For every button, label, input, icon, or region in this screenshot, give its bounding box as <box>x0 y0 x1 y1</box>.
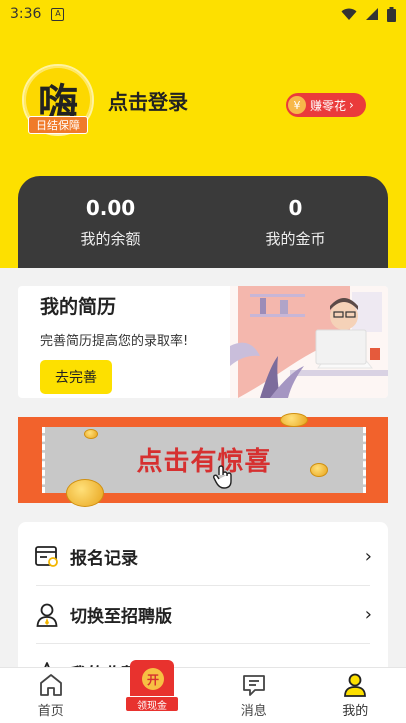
notification-a-icon: A <box>51 7 65 21</box>
resume-illustration <box>230 286 388 398</box>
nav-label: 消息 <box>240 704 267 719</box>
wallet-panel: 0.00 我的余额 0 我的金币 <box>18 176 388 268</box>
nav-label: 领现金 <box>125 696 179 712</box>
nav-label: 我的 <box>342 704 369 719</box>
chevron-right-icon: › <box>349 98 354 112</box>
coins-value: 0 <box>288 195 303 220</box>
status-bar: 3:36 A <box>0 0 406 28</box>
coin-icon <box>310 463 328 477</box>
resume-card[interactable]: 我的简历 完善简历提高您的录取率! 去完善 <box>18 286 388 398</box>
status-time: 3:36 <box>10 6 42 22</box>
battery-icon <box>387 6 396 22</box>
menu-item-label: 报名记录 <box>70 549 138 569</box>
nav-cash-reward[interactable]: 开 领现金 <box>122 660 184 716</box>
balance-value: 0.00 <box>85 195 136 220</box>
menu-card: 报名记录 › 切换至招聘版 › 我的收藏 › <box>18 522 388 682</box>
avatar-tag: 日结保障 <box>28 116 88 134</box>
earn-pocket-money-button[interactable]: ¥ 赚零花 › <box>286 93 366 117</box>
coins-section[interactable]: 0 我的金币 <box>203 176 388 268</box>
menu-item-label: 切换至招聘版 <box>70 607 172 627</box>
nav-mine[interactable]: 我的 <box>305 668 406 723</box>
coin-icon <box>66 479 104 507</box>
signal-icon <box>366 8 378 20</box>
chevron-right-icon: › <box>364 546 372 567</box>
bottom-nav: 首页 消息 我的 <box>0 667 406 723</box>
earn-label: 赚零花 <box>310 98 347 113</box>
menu-item-switch-recruiter[interactable]: 切换至招聘版 › <box>18 586 388 643</box>
nav-messages[interactable]: 消息 <box>203 668 305 723</box>
resume-subtitle: 完善简历提高您的录取率! <box>40 334 189 349</box>
login-link[interactable]: 点击登录 <box>108 86 188 115</box>
surprise-banner[interactable]: 点击有惊喜 <box>18 413 388 507</box>
menu-item-registration-record[interactable]: 报名记录 › <box>18 528 388 585</box>
message-icon <box>242 675 265 696</box>
chevron-right-icon: › <box>364 604 372 625</box>
coin-icon <box>280 413 308 427</box>
hand-cursor-icon <box>213 465 232 489</box>
switch-recruiter-icon <box>34 602 60 628</box>
nav-home[interactable]: 首页 <box>0 668 102 723</box>
balance-label: 我的余额 <box>80 229 141 248</box>
coins-label: 我的金币 <box>265 229 326 248</box>
complete-resume-button[interactable]: 去完善 <box>40 360 112 394</box>
open-badge: 开 <box>142 668 164 690</box>
avatar[interactable]: 嗨 日结保障 <box>22 64 94 136</box>
yen-icon: ¥ <box>288 96 306 114</box>
coin-icon <box>84 429 98 439</box>
status-icons <box>341 6 396 22</box>
balance-section[interactable]: 0.00 我的余额 <box>18 176 203 268</box>
profile-icon <box>344 673 367 697</box>
registration-record-icon <box>34 544 60 570</box>
nav-label: 首页 <box>37 704 64 719</box>
home-icon <box>39 674 62 696</box>
resume-title: 我的简历 <box>40 296 117 318</box>
wifi-icon <box>341 8 357 20</box>
